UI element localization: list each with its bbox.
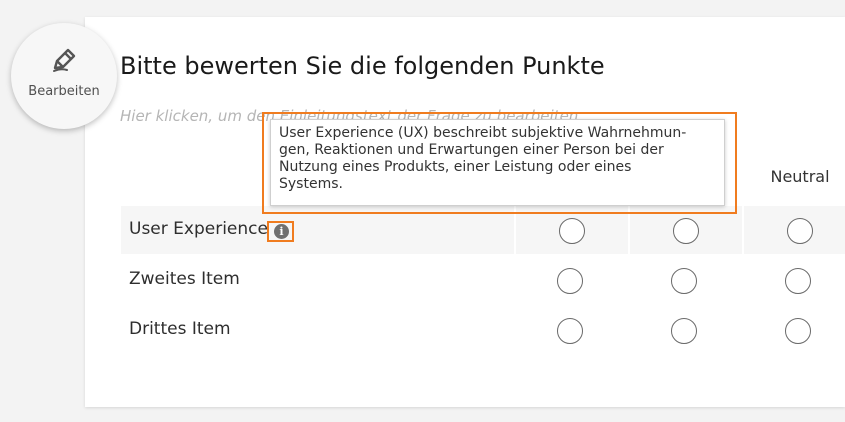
- info-icon[interactable]: i: [274, 224, 289, 239]
- matrix-row-drittes-item: Drittes Item: [121, 306, 845, 354]
- radio-button[interactable]: [787, 218, 813, 244]
- matrix-cell: [514, 256, 626, 304]
- matrix-cell: [742, 306, 845, 354]
- info-tooltip: User Experience (UX) beschreibt subjekti…: [270, 119, 725, 206]
- radio-button[interactable]: [557, 318, 583, 344]
- radio-button[interactable]: [559, 218, 585, 244]
- question-title: Bitte bewerten Sie die folgenden Punkte: [120, 52, 605, 80]
- tooltip-highlight: User Experience (UX) beschreibt subjekti…: [262, 112, 737, 214]
- matrix-row-zweites-item: Zweites Item: [121, 256, 845, 304]
- row-label: Zweites Item: [129, 269, 240, 289]
- radio-button[interactable]: [671, 268, 697, 294]
- matrix-cell: [742, 206, 845, 254]
- radio-button[interactable]: [785, 318, 811, 344]
- matrix-cell: [628, 256, 740, 304]
- matrix-cell: [628, 306, 740, 354]
- radio-button[interactable]: [671, 318, 697, 344]
- pencil-icon: [53, 48, 76, 72]
- edit-button-label: Bearbeiten: [28, 84, 100, 99]
- radio-button[interactable]: [557, 268, 583, 294]
- radio-button[interactable]: [673, 218, 699, 244]
- edit-button[interactable]: Bearbeiten: [11, 23, 117, 129]
- row-label: Drittes Item: [129, 319, 231, 339]
- matrix-cell: [514, 306, 626, 354]
- radio-button[interactable]: [785, 268, 811, 294]
- row-label: User Experience: [129, 219, 268, 239]
- matrix-cell: [742, 256, 845, 304]
- column-header-neutral: Neutral: [770, 167, 830, 186]
- info-icon-highlight[interactable]: i: [267, 221, 294, 242]
